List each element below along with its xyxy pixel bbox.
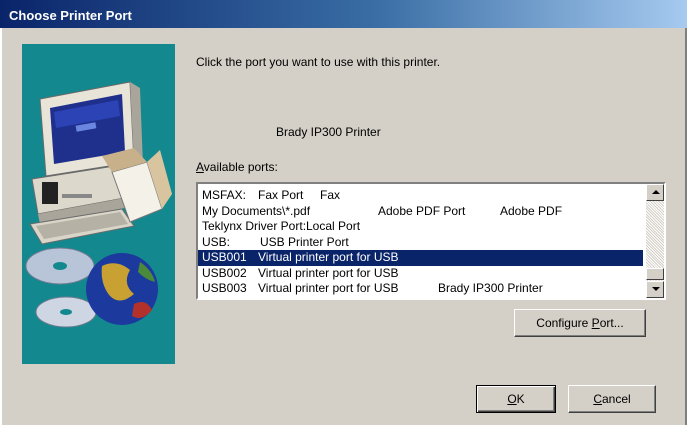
port-printer: Brady IP300 Printer bbox=[438, 281, 543, 295]
port-name: USB: bbox=[202, 234, 231, 249]
port-row[interactable]: USB001 Virtual printer port for USB bbox=[198, 250, 643, 266]
available-ports-label-text: vailable ports: bbox=[203, 160, 278, 174]
cancel-button[interactable]: Cancel bbox=[568, 385, 656, 413]
port-description: Fax Port bbox=[258, 188, 304, 202]
port-name: Teklynx Driver Port: bbox=[202, 219, 307, 233]
cancel-label-rest: ancel bbox=[601, 392, 631, 406]
port-name: My Documents\*.pdf bbox=[202, 203, 311, 218]
title-bar[interactable]: Choose Printer Port bbox=[0, 0, 687, 28]
port-description: USB Printer Port bbox=[260, 234, 349, 249]
configure-port-label-start: Configure bbox=[536, 316, 592, 330]
window-title: Choose Printer Port bbox=[9, 8, 132, 23]
scroll-up-button[interactable] bbox=[646, 184, 664, 201]
port-row[interactable]: USB003 Virtual printer port for USB Brady … bbox=[198, 281, 643, 297]
available-ports-label: Available ports: bbox=[196, 160, 278, 174]
ok-label-rest: K bbox=[516, 392, 525, 406]
window-border-left bbox=[0, 28, 2, 425]
ok-mnemonic: O bbox=[507, 392, 517, 406]
scroll-up-arrow-icon bbox=[652, 190, 660, 194]
port-description: Virtual printer port for USB bbox=[258, 281, 399, 295]
port-name: USB001 bbox=[202, 250, 247, 264]
port-name: MSFAX: bbox=[202, 188, 247, 202]
port-printer: Adobe PDF bbox=[500, 203, 563, 218]
configure-port-button[interactable]: Configure Port... bbox=[514, 309, 646, 337]
computer-illustration-icon bbox=[25, 81, 172, 328]
configure-port-mnemonic: P bbox=[591, 316, 600, 330]
port-description: Virtual printer port for USB bbox=[258, 250, 399, 264]
scrollbar-thumb[interactable] bbox=[646, 268, 664, 280]
printer-name-label: Brady IP300 Printer bbox=[276, 125, 381, 139]
instruction-text: Click the port you want to use with this… bbox=[196, 55, 441, 69]
port-row[interactable]: MSFAX: Fax Port Fax bbox=[198, 188, 643, 204]
ports-list: MSFAX: Fax Port Fax My Documents\*.pdf Adobe… bbox=[198, 188, 643, 297]
ports-scrollbar[interactable] bbox=[646, 184, 664, 298]
port-name: USB002 bbox=[202, 265, 247, 280]
port-row[interactable]: USB002 Virtual printer port for USB bbox=[198, 266, 643, 282]
port-row[interactable]: My Documents\*.pdf Adobe PDF Port Adobe PD… bbox=[198, 204, 643, 220]
printer-illustration bbox=[22, 44, 175, 364]
configure-port-label-end: ort... bbox=[599, 316, 624, 330]
scroll-down-arrow-icon bbox=[652, 287, 660, 291]
port-description: Local Port bbox=[306, 219, 361, 233]
port-name: USB003 bbox=[202, 281, 247, 295]
port-row[interactable]: Teklynx Driver Port: Local Port bbox=[198, 219, 643, 235]
scroll-down-button[interactable] bbox=[646, 281, 664, 298]
ok-button[interactable]: OK bbox=[476, 385, 556, 413]
cancel-mnemonic: C bbox=[593, 392, 602, 406]
ports-listbox[interactable]: MSFAX: Fax Port Fax My Documents\*.pdf Adobe… bbox=[196, 182, 666, 300]
port-description: Adobe PDF Port bbox=[378, 203, 466, 218]
available-ports-mnemonic: A bbox=[196, 160, 204, 174]
port-row[interactable]: USB: USB Printer Port bbox=[198, 235, 643, 251]
port-description: Virtual printer port for USB bbox=[258, 265, 399, 280]
port-printer: Fax bbox=[320, 188, 341, 202]
